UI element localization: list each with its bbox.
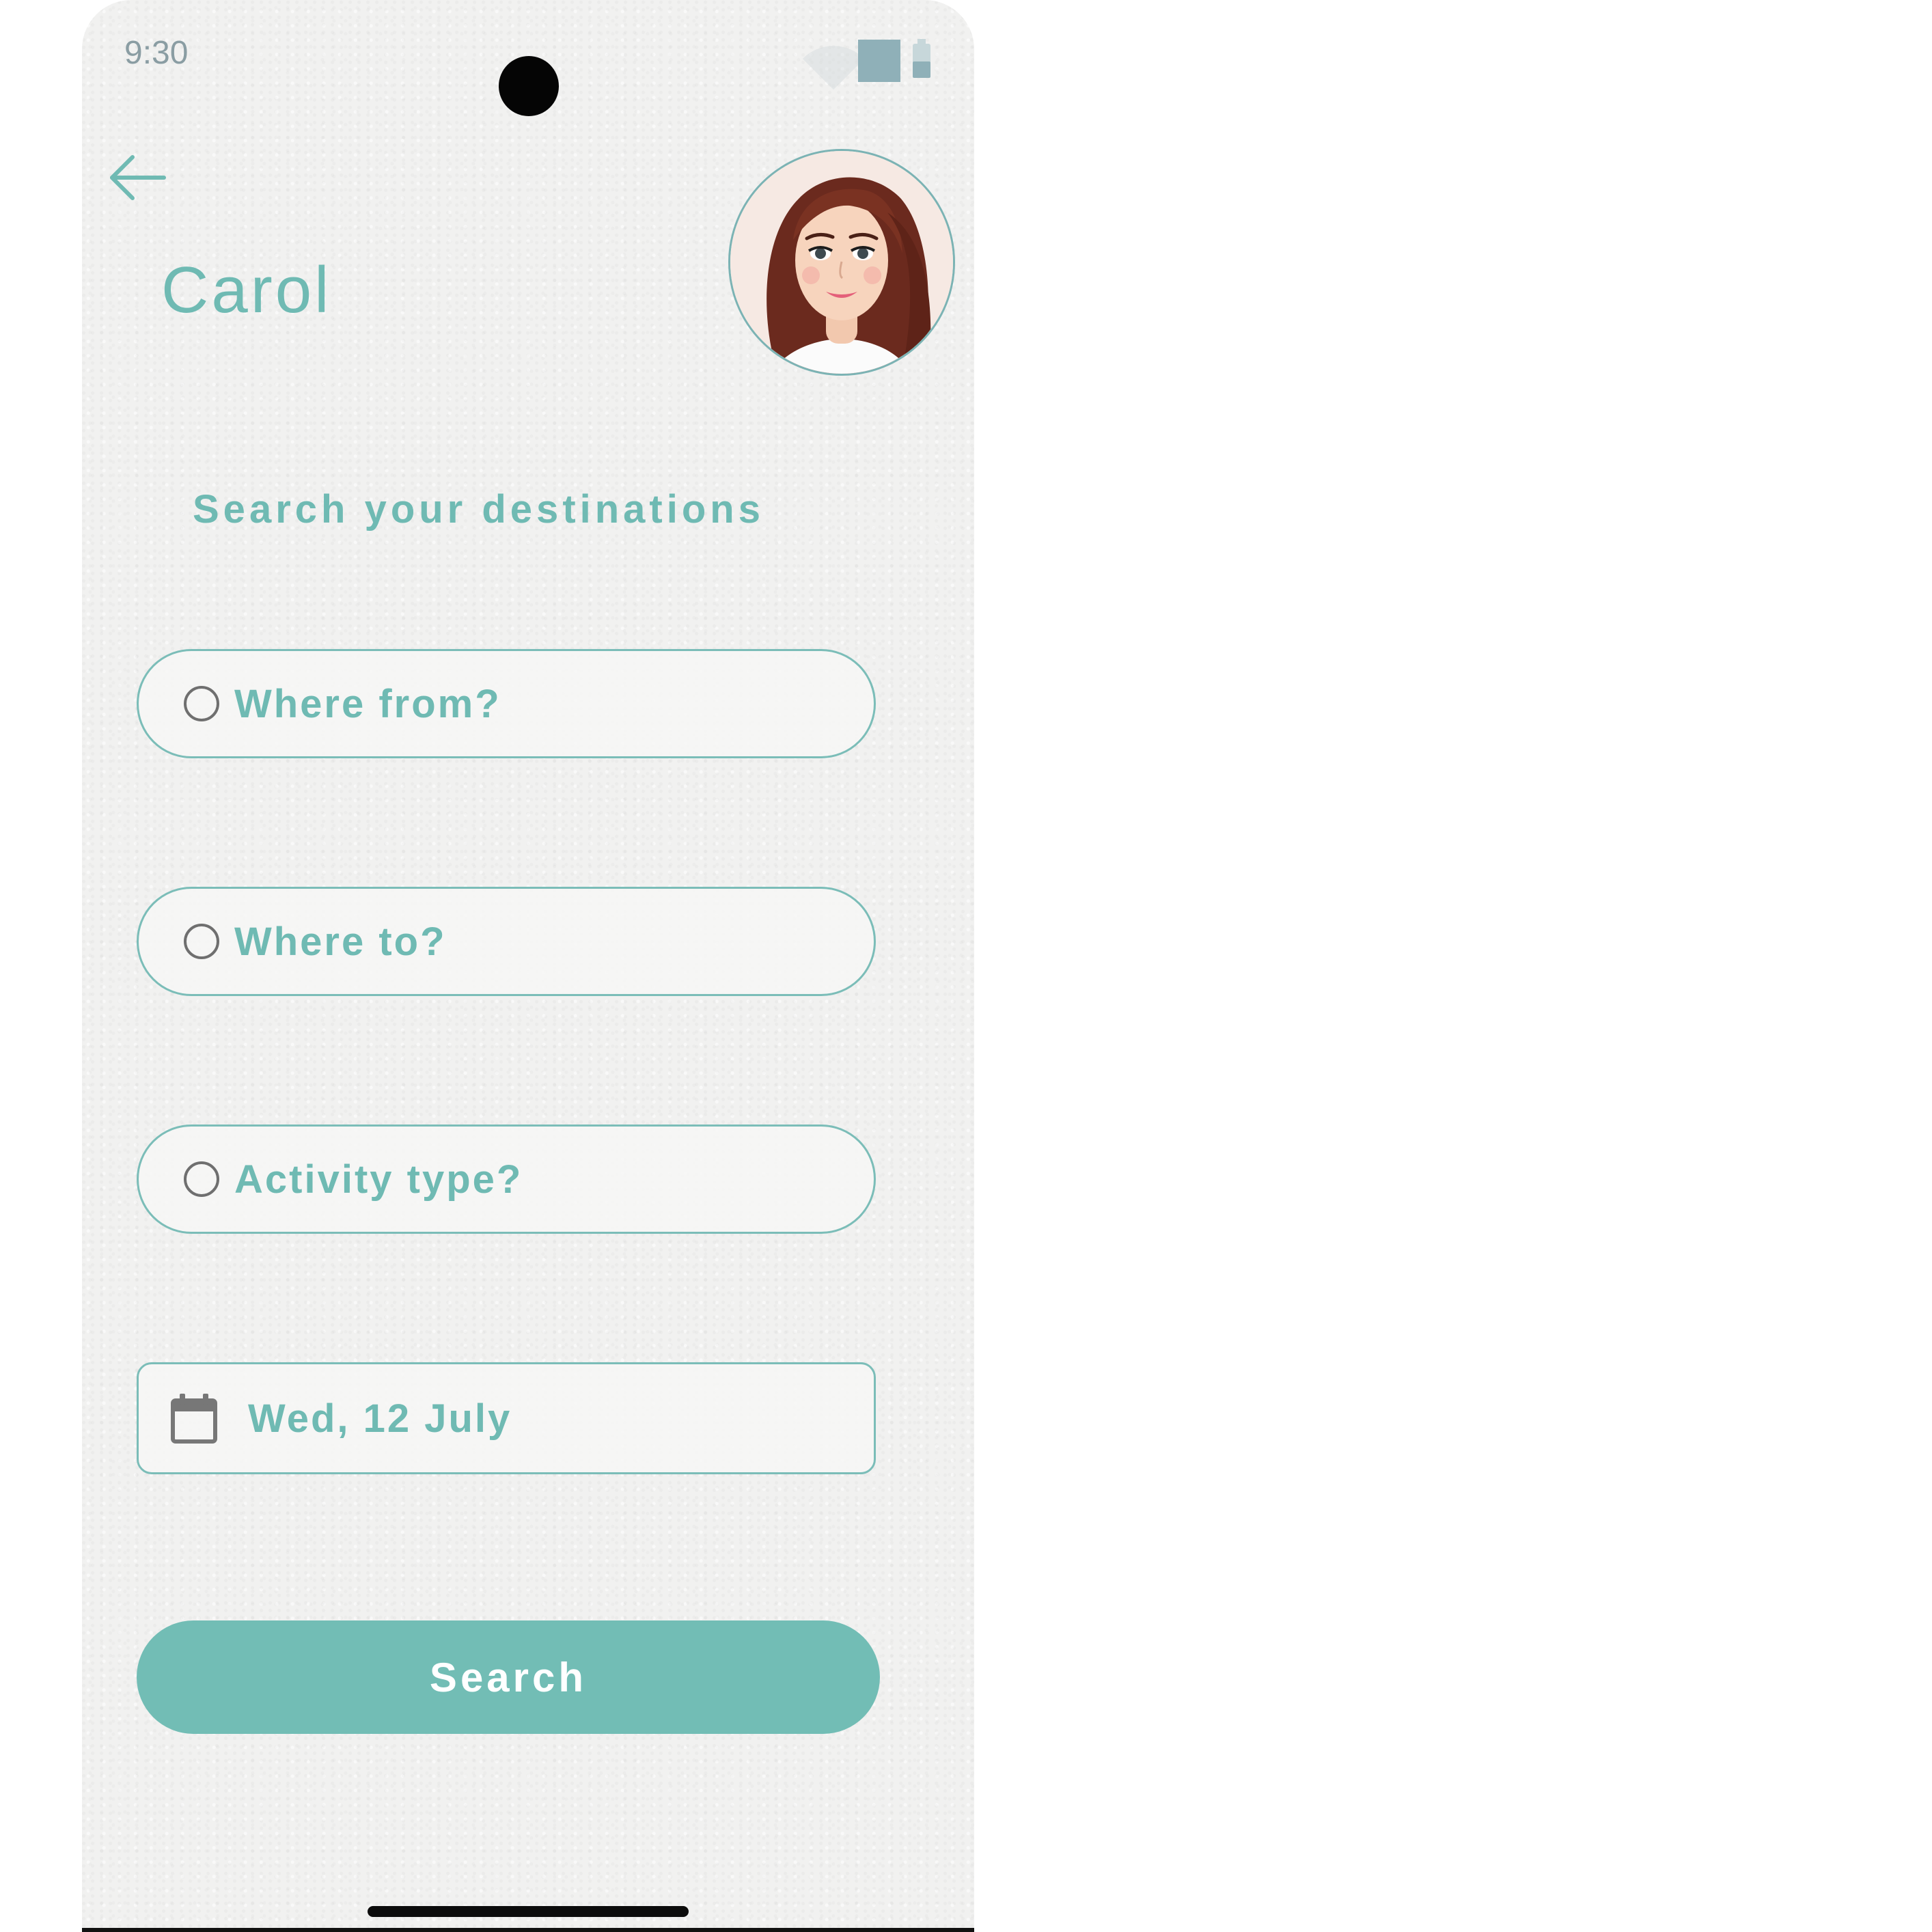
where-to-field[interactable]: Where to? <box>137 887 876 996</box>
calendar-icon <box>171 1394 217 1444</box>
back-button[interactable] <box>107 150 168 205</box>
radio-circle-icon <box>184 686 219 721</box>
camera-cutout <box>499 56 559 116</box>
page-subtitle: Search your destinations <box>193 487 764 532</box>
signal-icon <box>858 40 900 82</box>
where-from-field[interactable]: Where from? <box>137 649 876 758</box>
radio-circle-icon <box>184 1161 219 1197</box>
phone-screen: 9:30 Carol Search your destinations Wher… <box>82 0 974 1932</box>
status-icons <box>765 27 936 90</box>
where-to-placeholder: Where to? <box>234 919 447 964</box>
home-indicator[interactable] <box>368 1906 689 1917</box>
where-from-placeholder: Where from? <box>234 681 501 726</box>
arrow-left-icon <box>110 155 166 200</box>
radio-circle-icon <box>184 924 219 959</box>
battery-icon <box>913 39 930 78</box>
user-name: Carol <box>161 253 332 327</box>
wifi-icon <box>802 27 865 90</box>
activity-type-field[interactable]: Activity type? <box>137 1124 876 1234</box>
activity-type-placeholder: Activity type? <box>234 1157 523 1202</box>
date-picker-field[interactable]: Wed, 12 July <box>137 1362 876 1474</box>
avatar[interactable] <box>728 149 955 376</box>
phone-bottom-edge <box>82 1928 974 1932</box>
search-button[interactable]: Search <box>137 1620 880 1734</box>
date-value: Wed, 12 July <box>248 1396 512 1441</box>
status-time: 9:30 <box>124 35 189 71</box>
cartoon-woman-avatar <box>730 151 953 374</box>
